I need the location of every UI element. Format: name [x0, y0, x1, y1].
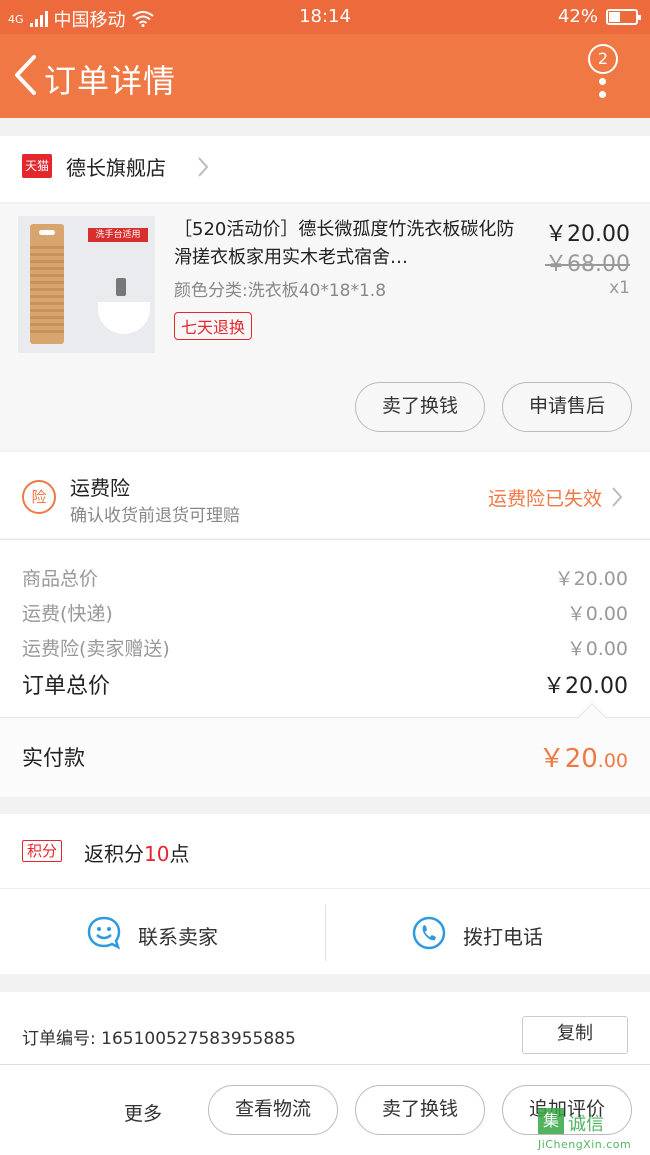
- image-tag: 洗手台适用: [88, 228, 148, 242]
- product-image[interactable]: 洗手台适用: [18, 216, 155, 353]
- sell-item-button[interactable]: 卖了换钱: [355, 382, 485, 432]
- faucet-graphic: [116, 278, 126, 296]
- chat-bubble-icon: [87, 916, 121, 950]
- summary-label: 商品总价: [22, 568, 99, 590]
- status-bar: 4G 中国移动 18:14 42%: [0, 0, 650, 34]
- watermark-logo: 集 诚信 JiChengXin.com: [532, 1108, 650, 1155]
- washboard-ridges: [30, 246, 64, 336]
- sell-item-button-bottom[interactable]: 卖了换钱: [355, 1085, 485, 1135]
- price-summary: 商品总价 ￥20.00 运费(快递) ￥0.00 运费险(卖家赠送) ￥0.00…: [0, 539, 650, 717]
- paid-amount: ￥20.00: [539, 738, 628, 775]
- order-number: 订单编号: 1651005275839558​85: [22, 1029, 296, 1049]
- battery-percent: 42%: [557, 6, 598, 27]
- watermark-en: JiChengXin.com: [538, 1138, 632, 1151]
- product-title[interactable]: ［520活动价］德长微孤度竹洗衣板碳化防滑搓衣板家用实木老式宿舍…: [174, 216, 530, 272]
- contact-seller-button[interactable]: 联系卖家: [0, 889, 325, 975]
- points-tag: 积分: [22, 840, 63, 862]
- watermark-cn: 诚信: [568, 1114, 604, 1135]
- order-info: 订单编号: 1651005275839558​85 复制: [0, 992, 650, 1072]
- notification-badge: 2: [588, 44, 618, 74]
- summary-row: 运费(快递) ￥0.00: [22, 599, 628, 626]
- paid-amount-dec: .00: [597, 750, 628, 772]
- summary-row: 运费险(卖家赠送) ￥0.00: [22, 634, 628, 661]
- insurance-subtitle: 确认收货前退货可理赔: [70, 506, 240, 526]
- summary-value: ￥0.00: [566, 603, 628, 625]
- summary-label: 运费险(卖家赠送): [22, 638, 170, 660]
- insurance-icon: 险: [22, 480, 56, 514]
- view-logistics-button[interactable]: 查看物流: [208, 1085, 338, 1135]
- product-price: ￥20.00: [545, 222, 630, 247]
- paid-amount-int: ￥20: [538, 744, 598, 774]
- insurance-title: 运费险: [70, 476, 130, 500]
- sink-graphic: [98, 302, 150, 334]
- more-button[interactable]: 更多: [124, 1099, 162, 1126]
- order-total-row: 订单总价 ￥20.00: [22, 668, 628, 700]
- watermark-char: 集: [538, 1108, 564, 1134]
- order-total-value: ￥20.00: [543, 674, 628, 699]
- points-row: 积分 返积分10点: [0, 814, 650, 888]
- phone-icon: [412, 916, 446, 950]
- shipping-insurance-row[interactable]: 险 运费险 确认收货前退货可理赔 运费险已失效: [0, 452, 650, 538]
- original-price: ￥68.00: [545, 252, 630, 277]
- insurance-status: 运费险已失效: [487, 488, 602, 510]
- points-suffix: 点: [169, 842, 190, 866]
- points-prefix: 返积分: [84, 842, 144, 866]
- copy-button[interactable]: 复制: [522, 1016, 628, 1054]
- summary-value: ￥0.00: [566, 638, 628, 660]
- return-policy-tag: 七天退换: [174, 312, 253, 340]
- chevron-right-icon: [612, 487, 623, 507]
- summary-row: 商品总价 ￥20.00: [22, 564, 628, 591]
- summary-value: ￥20.00: [554, 568, 628, 590]
- vertical-dots-icon: [599, 78, 607, 104]
- summary-label: 运费(快递): [22, 603, 113, 625]
- store-name: 德长旗舰店: [66, 156, 166, 180]
- tmall-logo: 天猫: [22, 154, 52, 178]
- chevron-right-icon: [198, 157, 209, 177]
- contact-bar: 联系卖家 拨打电话: [0, 888, 650, 974]
- after-sales-button[interactable]: 申请售后: [502, 382, 632, 432]
- contact-seller-label: 联系卖家: [138, 925, 218, 949]
- page-title: 订单详情: [44, 62, 177, 100]
- back-arrow-icon[interactable]: [12, 54, 38, 96]
- paid-label: 实付款: [22, 746, 85, 770]
- more-menu-button[interactable]: 2: [588, 44, 624, 110]
- call-phone-button[interactable]: 拨打电话: [325, 889, 650, 975]
- header: 订单详情 2: [0, 34, 650, 118]
- product-card[interactable]: 洗手台适用 ［520活动价］德长微孤度竹洗衣板碳化防滑搓衣板家用实木老式宿舍… …: [0, 204, 650, 450]
- paid-amount-row: 实付款 ￥20.00: [0, 702, 650, 797]
- product-sku: 颜色分类:洗衣板40*18*1.8: [174, 281, 387, 301]
- points-text: 返积分10点: [84, 838, 189, 867]
- product-quantity: x1: [609, 278, 630, 298]
- store-row[interactable]: 天猫 德长旗舰店: [0, 136, 650, 202]
- order-total-label: 订单总价: [22, 674, 111, 699]
- points-number: 10: [144, 842, 170, 866]
- call-phone-label: 拨打电话: [463, 925, 543, 949]
- battery-icon: [606, 8, 641, 25]
- clock: 18:14: [299, 6, 351, 27]
